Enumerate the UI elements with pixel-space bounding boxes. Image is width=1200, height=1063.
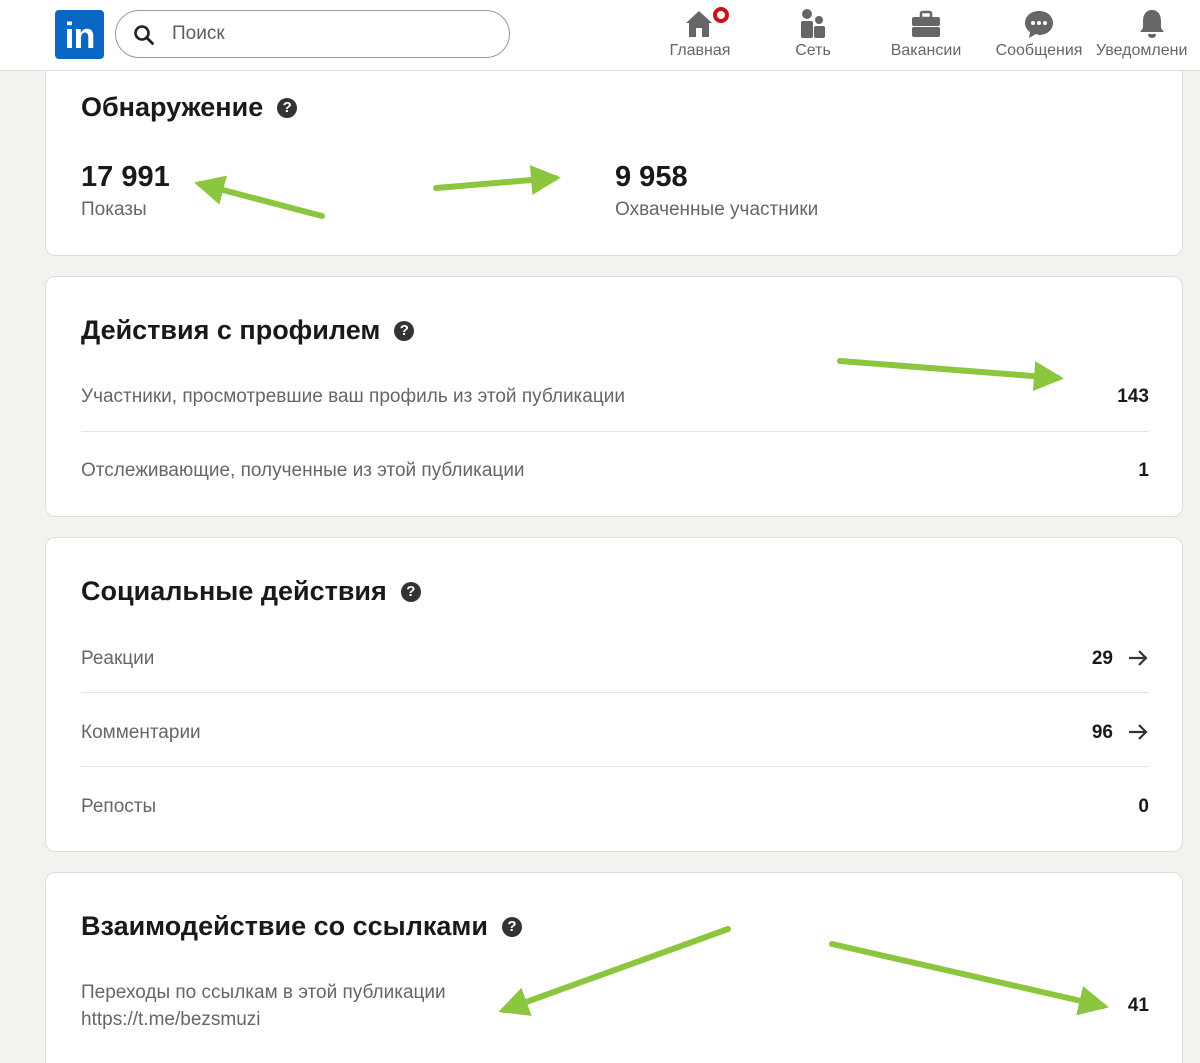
profile-activity-title: Действия с профилем? <box>81 315 415 346</box>
comments-row[interactable]: Комментарии 96 <box>81 693 1149 767</box>
link-engagement-card: Взаимодействие со ссылками? Переходы по … <box>45 872 1183 1063</box>
nav-network-label: Сеть <box>795 42 831 59</box>
reposts-label: Репосты <box>81 796 157 817</box>
social-engagement-title-text: Социальные действия <box>81 576 387 606</box>
nav-jobs[interactable]: Вакансии <box>880 0 972 71</box>
reactions-row[interactable]: Реакции 29 <box>81 619 1149 693</box>
followers-gained-row: Отслеживающие, полученные из этой публик… <box>81 432 1149 506</box>
followers-gained-label: Отслеживающие, полученные из этой публик… <box>81 460 525 481</box>
social-engagement-card: Социальные действия? Реакции 29 Коммента… <box>45 537 1183 852</box>
profile-viewers-row: Участники, просмотревшие ваш профиль из … <box>81 358 1149 432</box>
reached-members-label: Охваченные участники <box>615 199 819 220</box>
search-box[interactable] <box>115 10 510 58</box>
reposts-value: 0 <box>1138 796 1149 817</box>
link-engagement-title-text: Взаимодействие со ссылками <box>81 911 488 941</box>
search-input[interactable] <box>172 21 492 47</box>
messaging-icon <box>1022 7 1056 39</box>
help-icon[interactable]: ? <box>394 321 415 341</box>
nav-home[interactable]: Главная <box>660 0 740 71</box>
nav-network[interactable]: Сеть <box>780 0 846 71</box>
comments-value: 96 <box>1091 722 1113 743</box>
home-icon <box>683 5 731 39</box>
impressions-label: Показы <box>81 199 147 220</box>
reached-members-value: 9 958 <box>615 161 688 193</box>
reactions-value: 29 <box>1091 648 1113 669</box>
arrow-right-icon[interactable] <box>1127 722 1149 742</box>
help-icon[interactable]: ? <box>400 582 421 602</box>
discovery-card: Обнаружение? 17 991 Показы 9 958 Охвачен… <box>45 60 1183 256</box>
profile-activity-card: Действия с профилем? Участники, просмотр… <box>45 276 1183 517</box>
global-nav: in Главная Сеть <box>0 0 1200 71</box>
reactions-label: Реакции <box>81 648 155 669</box>
link-clicks-label: Переходы по ссылкам в этой публикации <box>81 982 446 1003</box>
notification-badge <box>711 5 731 25</box>
network-icon <box>798 7 828 39</box>
nav-messaging[interactable]: Сообщения <box>989 0 1089 71</box>
link-clicks-row: Переходы по ссылкам в этой публикации ht… <box>81 973 1149 1043</box>
help-icon[interactable]: ? <box>277 98 298 118</box>
help-icon[interactable]: ? <box>502 917 522 937</box>
briefcase-icon <box>910 7 942 39</box>
link-url[interactable]: https://t.me/bezsmuzi <box>81 1009 261 1031</box>
search-icon <box>134 25 154 45</box>
comments-label: Комментарии <box>81 722 201 743</box>
social-engagement-title: Социальные действия? <box>81 576 421 607</box>
profile-viewers-label: Участники, просмотревшие ваш профиль из … <box>81 386 625 407</box>
impressions-value: 17 991 <box>81 161 170 193</box>
nav-messaging-label: Сообщения <box>995 42 1083 59</box>
nav-notifications-label: Уведомлени <box>1096 42 1188 59</box>
profile-activity-title-text: Действия с профилем <box>81 315 381 345</box>
link-clicks-value: 41 <box>1127 995 1149 1016</box>
profile-viewers-value: 143 <box>1117 386 1149 407</box>
reposts-row: Репосты 0 <box>81 767 1149 841</box>
arrow-right-icon[interactable] <box>1127 648 1149 668</box>
followers-gained-value: 1 <box>1138 460 1149 481</box>
discovery-title-text: Обнаружение <box>81 92 264 122</box>
link-engagement-title: Взаимодействие со ссылками? <box>81 911 522 942</box>
bell-icon <box>1137 7 1167 39</box>
linkedin-logo[interactable]: in <box>55 10 104 59</box>
nav-notifications[interactable]: Уведомлени <box>1096 0 1200 71</box>
nav-jobs-label: Вакансии <box>890 42 962 59</box>
discovery-title: Обнаружение? <box>81 92 298 123</box>
nav-home-label: Главная <box>669 42 731 59</box>
